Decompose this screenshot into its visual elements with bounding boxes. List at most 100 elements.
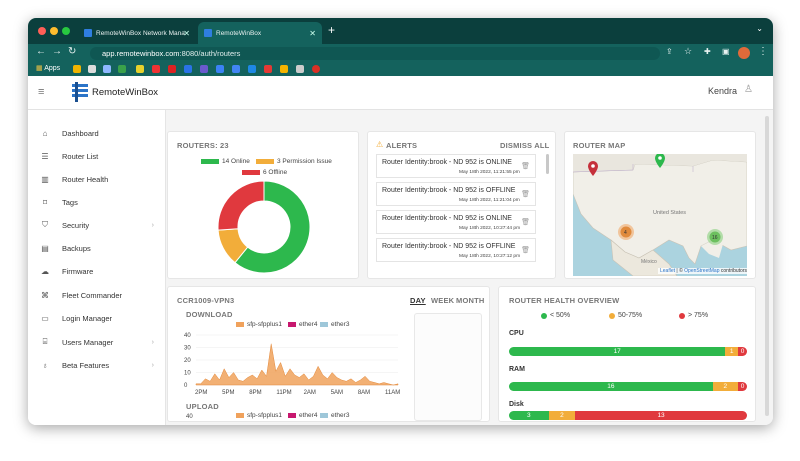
bookmark-icon[interactable] (232, 65, 240, 73)
trash-icon[interactable]: 🗑 (521, 190, 530, 198)
legend-sfp[interactable]: sfp-sfpplus1 (236, 321, 282, 328)
sidebar-item-tags[interactable]: ⌑ Tags (28, 191, 166, 213)
bookmark-icon[interactable] (296, 65, 304, 73)
hamburger-menu-icon[interactable]: ≡ (38, 86, 44, 98)
sidebar-item-router-health[interactable]: ▥ Router Health (28, 168, 166, 190)
bookmark-icon[interactable] (280, 65, 288, 73)
donut-slice-offline[interactable] (217, 180, 265, 231)
sidebar-item-router-list[interactable]: ☰ Router List (28, 145, 166, 167)
browser-menu-icon[interactable]: ⋮ (758, 46, 768, 57)
page-scrollbar[interactable] (765, 116, 769, 416)
health-segment[interactable]: 16 (509, 382, 713, 391)
bookmarks-bar: ▦ Apps (28, 62, 773, 76)
new-tab-icon[interactable]: + (328, 23, 335, 37)
legend-ether3-upload[interactable]: ether3 (320, 412, 349, 419)
osm-link[interactable]: OpenStreetMap (684, 268, 719, 274)
cpu-health-bar[interactable]: 17 1 0 (509, 347, 747, 356)
bookmark-star-icon[interactable]: ☆ (684, 46, 692, 57)
share-icon[interactable]: ⇪ (666, 47, 673, 56)
trash-icon[interactable]: 🗑 (521, 246, 530, 254)
url-path: :8080/auth/routers (179, 49, 241, 58)
range-week-button[interactable]: WEEK (431, 296, 454, 305)
alert-item[interactable]: Router Identity:brook - ND 952 is OFFLIN… (376, 182, 536, 206)
reload-icon[interactable]: ↻ (68, 46, 76, 57)
alert-item[interactable]: Router Identity:brook - ND 952 is ONLINE… (376, 210, 536, 234)
profile-avatar[interactable] (738, 47, 750, 59)
sidebar-item-users-manager[interactable]: ⌸ Users Manager › (28, 331, 166, 353)
bookmark-icon[interactable] (216, 65, 224, 73)
user-icon[interactable]: ♙ (744, 84, 753, 95)
back-icon[interactable]: ← (36, 46, 46, 57)
range-day-button[interactable]: DAY (410, 296, 426, 305)
sidebar-item-security[interactable]: ⛉ Security › (28, 214, 166, 236)
sidebar-item-beta-features[interactable]: ♁ Beta Features › (28, 354, 166, 376)
disk-health-bar[interactable]: 3 2 13 (509, 411, 747, 420)
bookmark-icon[interactable] (136, 65, 144, 73)
bookmark-icon[interactable] (264, 65, 272, 73)
health-segment[interactable]: 2 (712, 382, 739, 391)
bookmark-icon[interactable] (118, 65, 126, 73)
legend-label: > 75% (688, 312, 709, 319)
tab-network-manager[interactable]: RemoteWinBox Network Mana ✕ (78, 22, 196, 44)
legend-ether4[interactable]: ether4 (288, 321, 317, 328)
bookmark-apps[interactable]: ▦ Apps (36, 64, 60, 72)
legend-permission[interactable]: 3 Permission Issue (256, 158, 332, 165)
extensions-icon[interactable]: ✚ (704, 47, 711, 56)
legend-online[interactable]: 14 Online (201, 158, 250, 165)
sidebar-item-firmware[interactable]: ☁ Firmware (28, 260, 166, 282)
alert-item[interactable]: Router Identity:brook - ND 952 is OFFLIN… (376, 238, 536, 262)
bookmark-icon[interactable] (248, 65, 256, 73)
legend-under-50[interactable]: < 50% (541, 312, 570, 319)
tab-remotewinbox[interactable]: RemoteWinBox ✕ (198, 22, 322, 44)
bookmark-icon[interactable] (184, 65, 192, 73)
legend-sfp-upload[interactable]: sfp-sfpplus1 (236, 412, 282, 419)
legend-over-75[interactable]: > 75% (679, 312, 708, 319)
bookmark-icon[interactable] (88, 65, 96, 73)
legend-offline[interactable]: 6 Offline (242, 169, 287, 176)
close-tab-icon[interactable]: ✕ (309, 29, 316, 38)
health-segment[interactable]: 0 (738, 382, 747, 391)
trash-icon[interactable]: 🗑 (521, 162, 530, 170)
leaflet-link[interactable]: Leaflet (660, 268, 675, 274)
health-segment[interactable]: 1 (725, 347, 739, 356)
alert-date: May 18th 2022, 10:27:12 pm (459, 254, 521, 259)
sidebar-item-dashboard[interactable]: ⌂ Dashboard (28, 122, 166, 144)
health-segment[interactable]: 2 (548, 411, 576, 420)
alert-item[interactable]: Router Identity:brook - ND 952 is ONLINE… (376, 154, 536, 178)
user-name[interactable]: Kendra (708, 86, 737, 96)
alerts-scrollbar[interactable] (546, 154, 549, 174)
bookmark-icon[interactable] (103, 65, 111, 73)
close-window-icon[interactable] (38, 27, 46, 35)
tab-search-icon[interactable]: ⌄ (756, 24, 763, 33)
bookmark-icon[interactable] (152, 65, 160, 73)
trash-icon[interactable]: 🗑 (521, 218, 530, 226)
sidebar-item-fleet-commander[interactable]: ⌘ Fleet Commander (28, 284, 166, 306)
map-attribution: Leaflet | © OpenStreetMap contributors (658, 268, 749, 274)
router-map[interactable]: United States México 4 16 (573, 154, 747, 276)
dismiss-all-button[interactable]: DISMISS ALL (500, 141, 549, 150)
sidebar-item-backups[interactable]: ▤ Backups (28, 237, 166, 259)
close-tab-icon[interactable]: ✕ (183, 29, 190, 38)
legend-50-75[interactable]: 50-75% (609, 312, 642, 319)
url-input[interactable]: app.remotewinbox.com:8080/auth/routers (90, 47, 660, 60)
bookmark-icon[interactable] (312, 65, 320, 73)
sidebar-item-login-manager[interactable]: ▭ Login Manager (28, 307, 166, 329)
range-month-button[interactable]: MONTH (456, 296, 485, 305)
health-segment[interactable]: 13 (575, 411, 747, 420)
bookmark-icon[interactable] (200, 65, 208, 73)
bookmark-icon[interactable] (73, 65, 81, 73)
minimize-window-icon[interactable] (50, 27, 58, 35)
attribution-separator: | © (675, 268, 685, 274)
health-segment[interactable]: 0 (738, 347, 747, 356)
bookmark-icon[interactable] (168, 65, 176, 73)
sidebar-toggle-icon[interactable]: ▣ (722, 47, 730, 56)
forward-icon[interactable]: → (52, 46, 62, 57)
y-tick-label: 40 (184, 333, 191, 339)
ram-health-bar[interactable]: 16 2 0 (509, 382, 747, 391)
health-segment[interactable]: 17 (509, 347, 726, 356)
legend-ether3[interactable]: ether3 (320, 321, 349, 328)
maximize-window-icon[interactable] (62, 27, 70, 35)
health-segment[interactable]: 3 (509, 411, 549, 420)
sidebar: ⌂ Dashboard ☰ Router List ▥ Router Health ⌑… (28, 110, 166, 425)
legend-ether4-upload[interactable]: ether4 (288, 412, 317, 419)
